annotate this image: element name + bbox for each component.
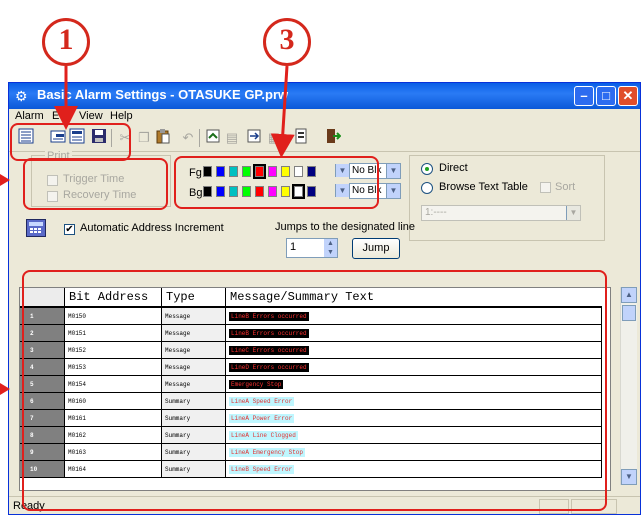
annotation-arrow-4: [0, 383, 10, 395]
annotation-box-table: [22, 270, 607, 511]
annotation-arrow-2: [0, 174, 10, 186]
annotation-arrow-3: [270, 65, 295, 158]
annotation-box-print: [23, 158, 168, 210]
annotation-box-toolbar: [10, 123, 131, 161]
annotation-box-colors: [174, 156, 379, 209]
